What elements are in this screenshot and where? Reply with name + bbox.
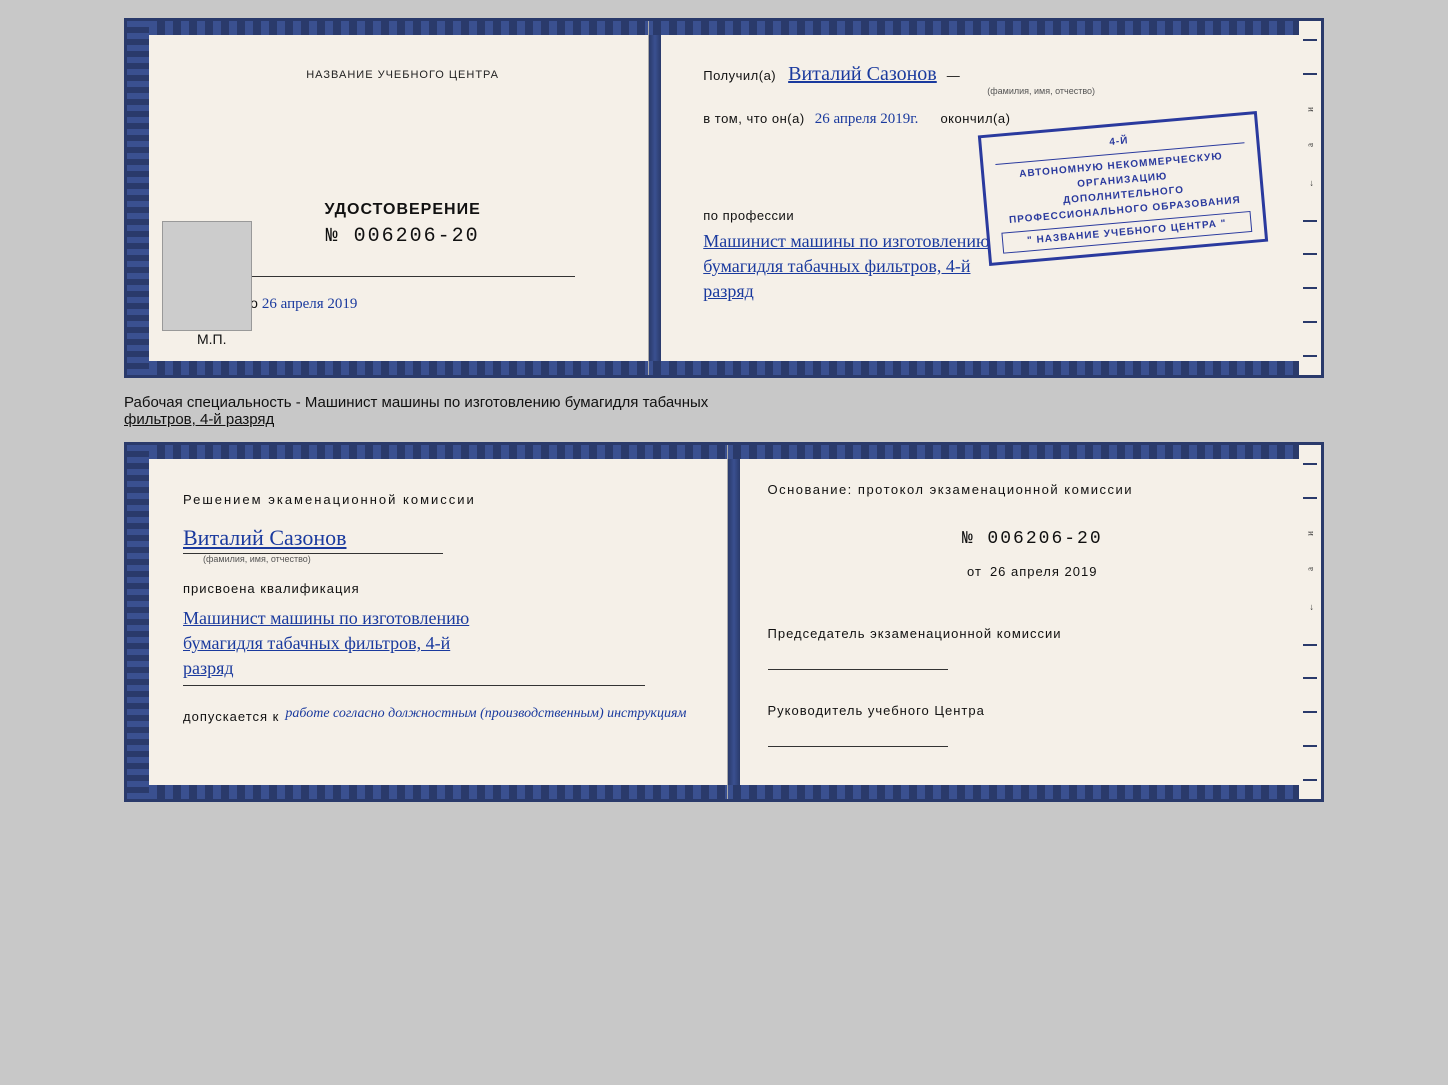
recipient-prefix: Получил(а) [703, 68, 776, 83]
side-text-arrow2: ← [1305, 603, 1315, 612]
dash-separator: — [947, 68, 961, 83]
date-value: 26 апреля 2019г. [815, 111, 919, 127]
stamp-box: 4-й АВТОНОМНУЮ НЕКОММЕРЧЕСКУЮ ОРГАНИЗАЦИ… [978, 111, 1268, 266]
cert-number: № 006206-20 [324, 225, 480, 248]
right-decorative-bar: и а ← [1299, 21, 1321, 375]
protocol-number: № 006206-20 [768, 529, 1298, 549]
date-prefix: в том, что он(а) [703, 111, 804, 126]
admission-prefix: допускается к [183, 706, 279, 728]
photo-placeholder [162, 221, 252, 331]
recipient-name: Виталий Сазонов [788, 63, 937, 85]
top-right-page: Получил(а) Виталий Сазонов — (фамилия, и… [661, 21, 1321, 375]
caption-line2: фильтров, 4-й разряд [124, 411, 1324, 428]
top-document: НАЗВАНИЕ УЧЕБНОГО ЦЕНТРА УДОСТОВЕРЕНИЕ №… [124, 18, 1324, 378]
qual-line3: разряд [183, 658, 697, 679]
qual-line2: бумагидля табачных фильтров, 4-й [183, 633, 697, 654]
mp-label: М.П. [197, 331, 227, 347]
person-name: Виталий Сазонов [183, 525, 697, 551]
protocol-date-prefix: от [967, 564, 982, 579]
center-head-label: Руководитель учебного Центра [768, 700, 1298, 722]
bottom-spine [728, 445, 740, 799]
training-center-heading: НАЗВАНИЕ УЧЕБНОГО ЦЕНТРА [306, 69, 499, 81]
chairman-label: Председатель экзаменационной комиссии [768, 623, 1298, 645]
issued-date: 26 апреля 2019 [262, 296, 358, 312]
caption-line1: Рабочая специальность - Машинист машины … [124, 394, 1324, 411]
side-text-i2: и [1305, 531, 1315, 536]
caption-section: Рабочая специальность - Машинист машины … [124, 388, 1324, 432]
person-sub: (фамилия, имя, отчество) [203, 554, 697, 564]
bottom-right-decorative: и а ← [1299, 445, 1321, 799]
cert-label: УДОСТОВЕРЕНИЕ [324, 201, 480, 219]
side-text-a2: а [1305, 567, 1315, 571]
recipient-sub: (фамилия, имя, отчество) [803, 86, 1279, 96]
spine [649, 21, 661, 375]
side-text-i: и [1305, 107, 1315, 112]
profession-line3: разряд [703, 281, 1279, 302]
admission-text: работе согласно должностным (производств… [285, 706, 686, 722]
commission-heading: Решением экаменационной комиссии [183, 489, 697, 511]
bottom-left-page: Решением экаменационной комиссии Виталий… [127, 445, 728, 799]
basis-label: Основание: протокол экзаменационной коми… [768, 479, 1298, 501]
side-text-a: а [1305, 143, 1315, 147]
bottom-document: Решением экаменационной комиссии Виталий… [124, 442, 1324, 802]
protocol-date: 26 апреля 2019 [990, 564, 1098, 579]
qual-line1: Машинист машины по изготовлению [183, 608, 697, 629]
bottom-right-page: Основание: протокол экзаменационной коми… [740, 445, 1322, 799]
qualification-prefix: присвоена квалификация [183, 578, 697, 600]
side-text-arrow: ← [1305, 179, 1315, 188]
date-suffix: окончил(а) [940, 111, 1010, 126]
top-left-page: НАЗВАНИЕ УЧЕБНОГО ЦЕНТРА УДОСТОВЕРЕНИЕ №… [127, 21, 649, 375]
